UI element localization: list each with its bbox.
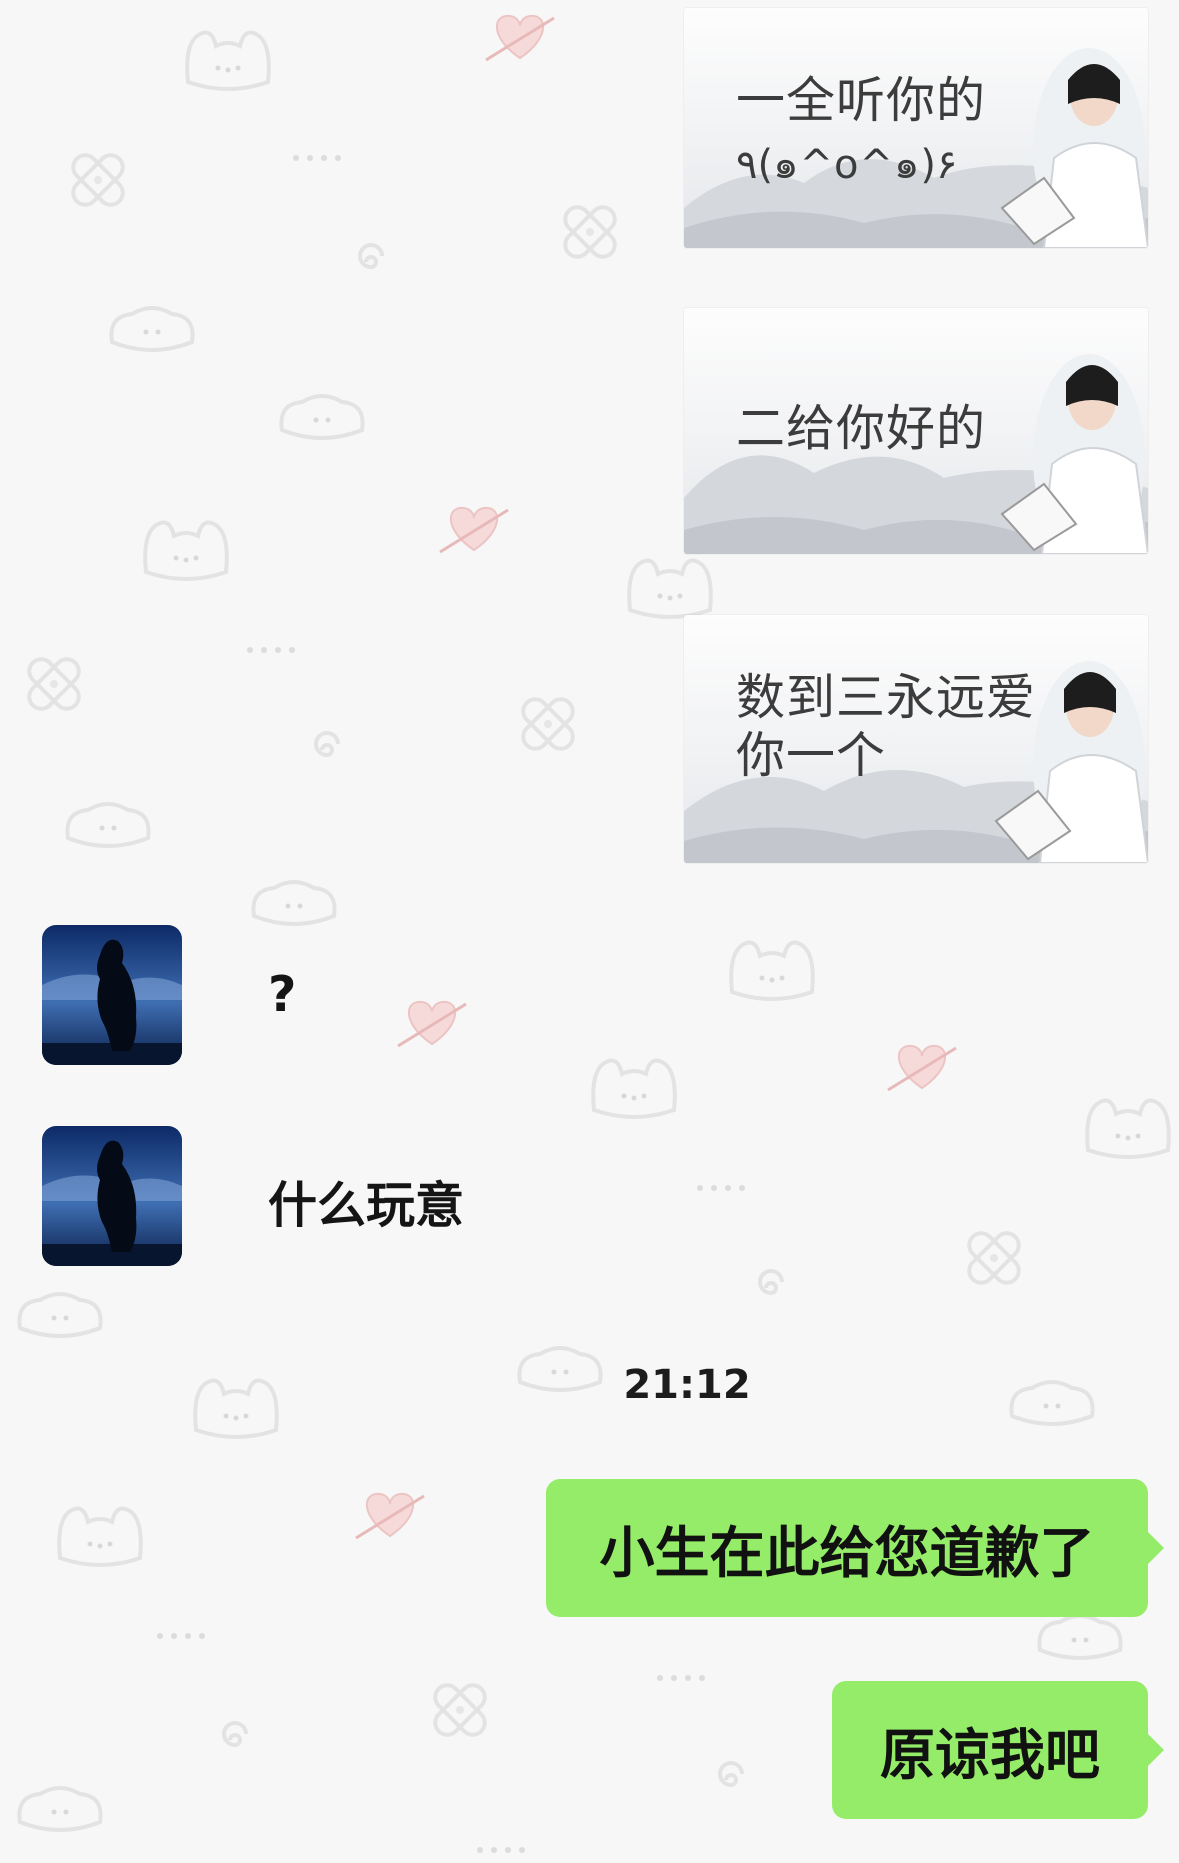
outgoing-message-bubble[interactable]: 小生在此给您道歉了 [546, 1479, 1164, 1617]
silhouette-avatar [42, 1126, 182, 1266]
outgoing-message-bubble[interactable]: 原谅我吧 [832, 1681, 1164, 1819]
incoming-message[interactable]: ? [268, 966, 296, 1023]
incoming-message[interactable]: 什么玩意 [268, 1166, 464, 1237]
sticker-caption: 一全听你的 [736, 72, 987, 129]
sticker-message[interactable]: 一全听你的 ٩(๑^o^๑)۶ [684, 8, 1148, 248]
sticker-message[interactable]: 数到三永远爱 你一个 [684, 615, 1148, 863]
sticker-message[interactable]: 二给你好的 [684, 308, 1148, 554]
sticker-caption: 数到三永远爱 [736, 669, 1037, 726]
contact-avatar[interactable] [42, 1126, 182, 1266]
outgoing-message-text: 原谅我吧 [879, 1723, 1100, 1787]
contact-avatar[interactable] [42, 925, 182, 1065]
bubble-tail [1146, 1530, 1164, 1566]
sticker-caption: 二给你好的 [736, 400, 987, 457]
sticker-caption: 你一个 [736, 727, 887, 784]
outgoing-message-text: 小生在此给您道歉了 [599, 1521, 1095, 1585]
sticker-caption: ٩(๑^o^๑)۶ [736, 142, 958, 188]
message-timestamp: 21:12 [623, 1362, 751, 1408]
bubble-tail [1146, 1732, 1164, 1768]
silhouette-avatar [42, 925, 182, 1065]
